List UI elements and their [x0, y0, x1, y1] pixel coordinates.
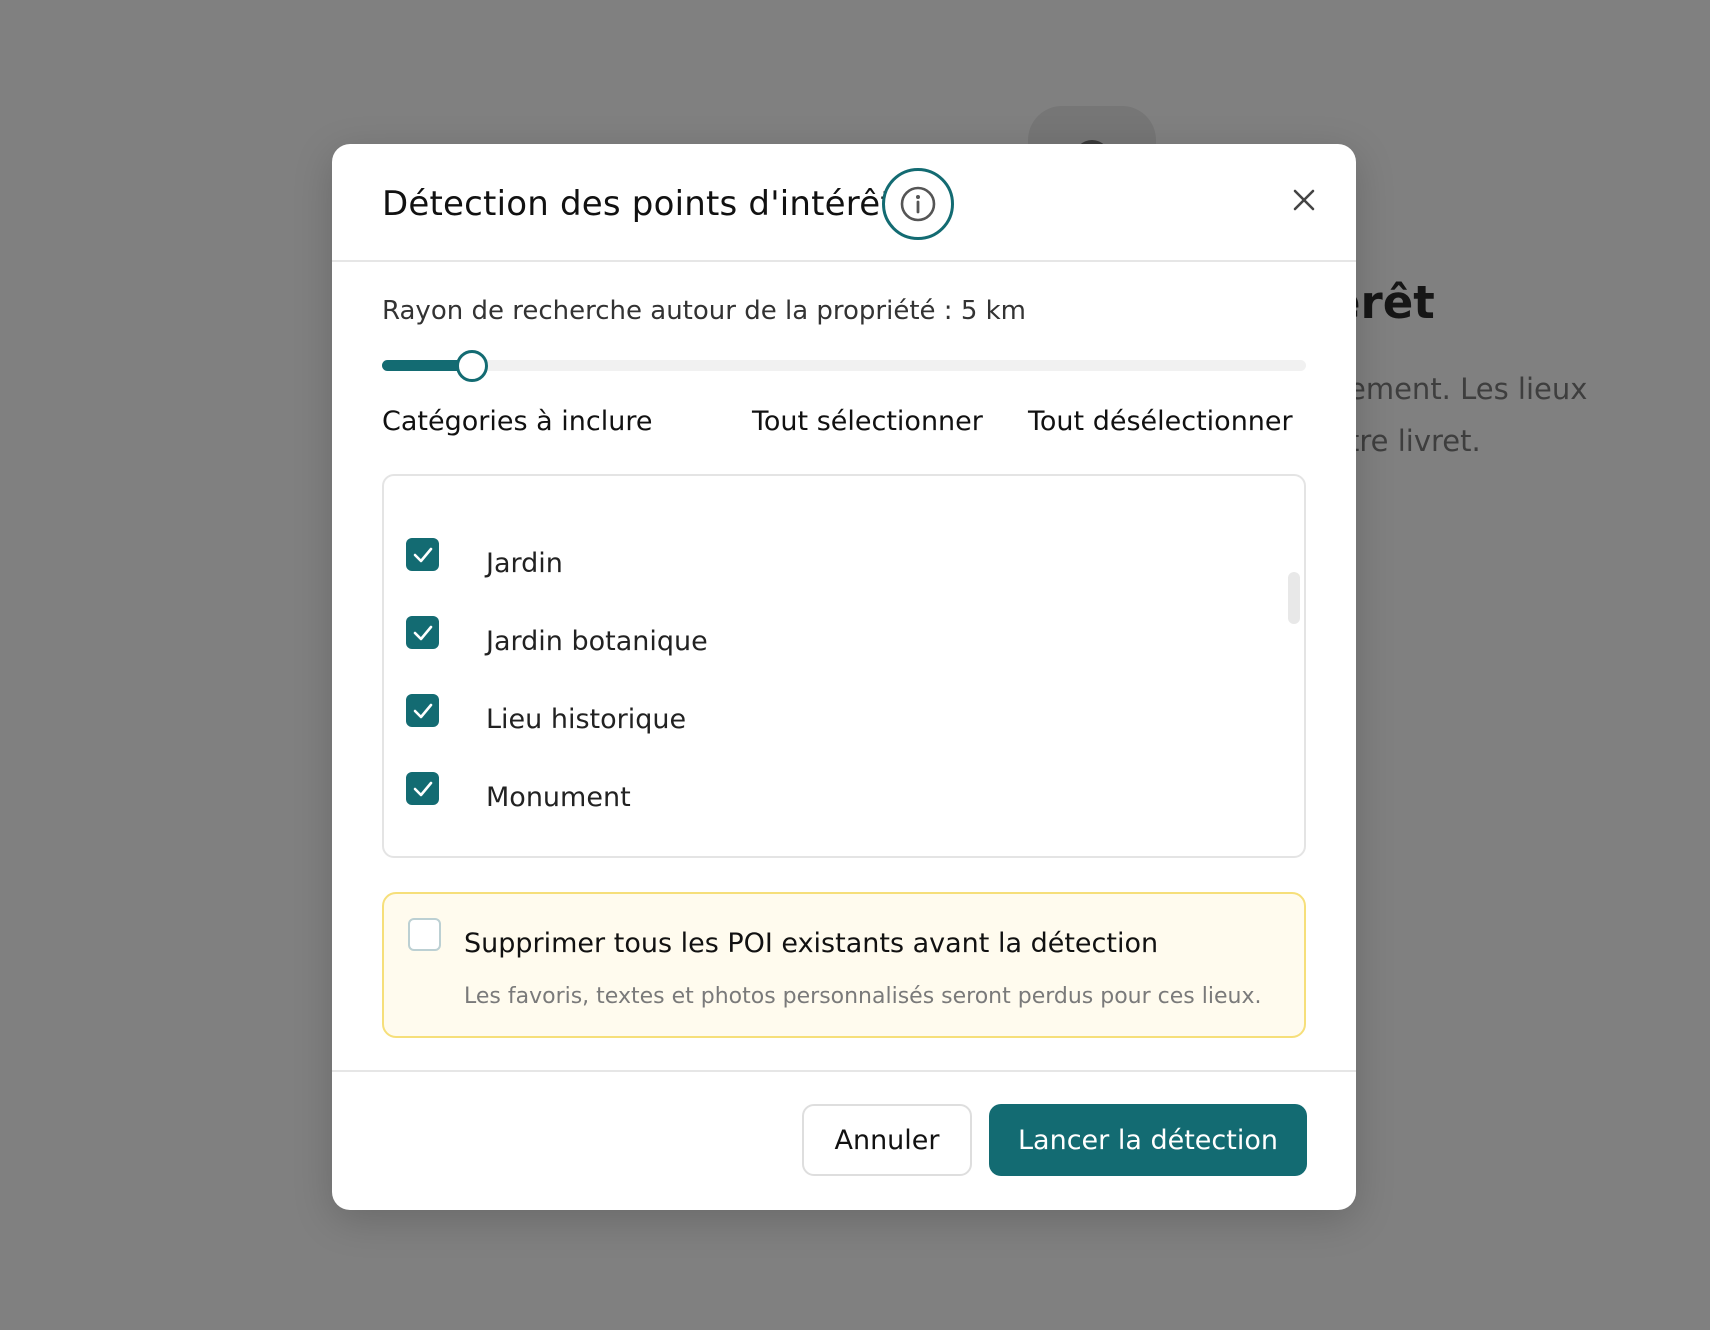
- categories-list[interactable]: Jardin Jardin botanique Lieu historique …: [382, 474, 1306, 858]
- dialog-footer: Annuler Lancer la détection: [332, 1070, 1356, 1210]
- list-item[interactable]: Jardin botanique: [406, 616, 1006, 664]
- checkbox-checked[interactable]: [406, 772, 439, 805]
- categories-label: Catégories à inclure: [382, 406, 653, 437]
- check-icon: [413, 703, 432, 718]
- check-icon: [413, 781, 432, 796]
- list-scrollbar[interactable]: [1288, 572, 1300, 624]
- info-icon: [900, 186, 936, 222]
- slider-thumb[interactable]: [456, 350, 488, 382]
- check-icon: [413, 547, 432, 562]
- cancel-button[interactable]: Annuler: [802, 1104, 972, 1176]
- checkbox-checked[interactable]: [406, 694, 439, 727]
- category-label: Jardin: [486, 548, 563, 579]
- checkbox-checked[interactable]: [406, 538, 439, 571]
- checkbox-checked[interactable]: [406, 616, 439, 649]
- search-radius-label: Rayon de recherche autour de la propriét…: [382, 296, 1027, 326]
- category-label: Lieu historique: [486, 704, 687, 735]
- background-text-line: ement. Les lieux: [1348, 372, 1588, 406]
- delete-existing-poi-checkbox[interactable]: [408, 918, 441, 951]
- poi-detection-dialog: Détection des points d'intérêt Rayon de …: [332, 144, 1356, 1210]
- category-label: Monument: [486, 782, 631, 813]
- list-item[interactable]: Lieu historique: [406, 694, 1006, 742]
- dialog-title: Détection des points d'intérêt: [382, 184, 894, 224]
- delete-existing-poi-option: Supprimer tous les POI existants avant l…: [382, 892, 1306, 1038]
- close-button[interactable]: [1282, 178, 1326, 222]
- start-detection-button[interactable]: Lancer la détection: [989, 1104, 1307, 1176]
- delete-existing-poi-label: Supprimer tous les POI existants avant l…: [464, 928, 1159, 959]
- info-button[interactable]: [882, 168, 954, 240]
- delete-existing-poi-description: Les favoris, textes et photos personnali…: [464, 984, 1262, 1009]
- search-radius-slider[interactable]: [382, 344, 1306, 388]
- deselect-all-button[interactable]: Tout désélectionner: [1028, 406, 1293, 437]
- dialog-header: Détection des points d'intérêt: [332, 144, 1356, 262]
- check-icon: [413, 625, 432, 640]
- slider-track: [382, 360, 1306, 371]
- list-item[interactable]: Jardin: [406, 538, 1006, 586]
- list-item[interactable]: Monument: [406, 772, 1006, 820]
- select-all-button[interactable]: Tout sélectionner: [752, 406, 983, 437]
- close-icon: [1293, 189, 1315, 211]
- background-text-line: tre livret.: [1348, 424, 1481, 458]
- category-label: Jardin botanique: [486, 626, 708, 657]
